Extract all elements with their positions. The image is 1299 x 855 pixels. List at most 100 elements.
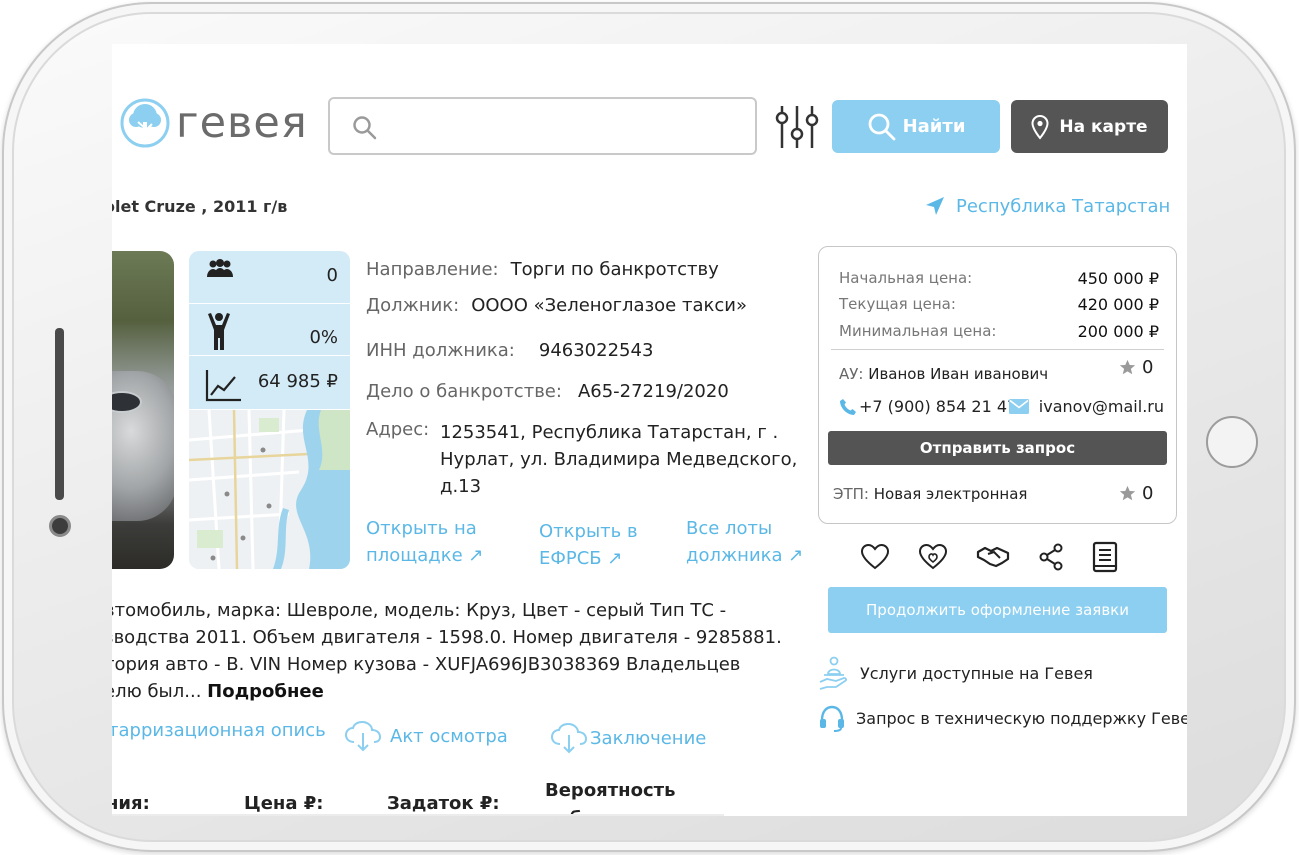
city-map-image	[189, 410, 350, 569]
stat-percent: 0%	[189, 303, 350, 355]
device-home-button[interactable]	[1206, 416, 1258, 468]
detail-case: Дело о банкротстве: А65-27219/2020	[366, 381, 729, 402]
read-more-link[interactable]: Подробнее	[207, 681, 324, 702]
filter-sliders-icon[interactable]	[772, 104, 822, 150]
etp-rating[interactable]: 0	[1119, 483, 1153, 504]
detail-debtor: Должник: ОООО «Зеленоглазое такси»	[366, 295, 747, 316]
etp-label: ЭТП:	[833, 485, 869, 503]
region-link[interactable]: Республика Татарстан	[924, 195, 1170, 217]
tech-support-link[interactable]: Запрос в техническую поддержку Гевея	[818, 704, 1187, 732]
start-price-label: Начальная цена:	[839, 269, 973, 287]
table-divider	[112, 814, 724, 816]
hand-service-icon	[819, 656, 847, 690]
manager-email-value: ivanov@mail.ru	[1038, 397, 1164, 416]
continue-application-button[interactable]: Продолжить оформление заявки	[828, 587, 1167, 633]
price-panel: Начальная цена: 450 000 ₽ Текущая цена: …	[818, 246, 1177, 524]
doc-inspection-link[interactable]: Акт осмотра	[344, 720, 508, 752]
lot-stats: 0 0% 64 985 ₽	[189, 251, 350, 409]
doc-conclusion-label: Заключение	[590, 727, 707, 749]
doc-conclusion-link[interactable]: Заключение	[550, 722, 706, 754]
search-input[interactable]	[390, 109, 745, 145]
brand-logo[interactable]: гевея	[120, 98, 308, 148]
description-line-2: зводства 2011. Объем двигателя - 1598.0.…	[112, 627, 782, 648]
map-button-label: На карте	[1059, 116, 1148, 137]
case-value: А65-27219/2020	[577, 381, 729, 402]
debtor-label: Должник:	[366, 295, 460, 316]
doc-inventory-label: тарризационная опись	[112, 720, 326, 741]
debtor-value: ОООО «Зеленоглазое такси»	[471, 295, 747, 316]
all-debtor-lots-link[interactable]: Все лоты должника ↗	[686, 515, 826, 569]
person-raised-arms-icon	[208, 313, 230, 350]
map-pin-icon	[1031, 114, 1049, 140]
manager-row: АУ: Иванов Иван иванович	[839, 365, 1048, 383]
search-box[interactable]	[328, 97, 757, 155]
description-line-4-text: елю был...	[112, 681, 202, 702]
current-price-value: 420 000 ₽	[1077, 295, 1159, 314]
users-group-icon	[207, 259, 233, 277]
brand-name: гевея	[176, 98, 308, 148]
stat-participants: 0	[189, 251, 350, 303]
location-arrow-icon	[926, 197, 944, 215]
find-button[interactable]: Найти	[832, 100, 1000, 153]
etp-row: ЭТП: Новая электронная	[833, 485, 1027, 503]
lot-description: втомобиль, марка: Шевроле, модель: Круз,…	[112, 597, 804, 705]
start-price-value: 450 000 ₽	[1077, 269, 1159, 288]
available-services-label: Услуги доступные на Гевея	[860, 663, 1093, 683]
percent-value: 0%	[309, 327, 338, 348]
phone-icon	[840, 398, 856, 415]
heart-compare-icon[interactable]	[918, 543, 948, 571]
open-efrsb-link[interactable]: Открыть в ЕФРСБ ↗	[539, 518, 659, 572]
favorite-heart-icon[interactable]	[860, 543, 890, 571]
participants-count: 0	[326, 265, 338, 286]
min-price-value: 200 000 ₽	[1077, 322, 1159, 341]
table-header-deposit: Задаток ₽:	[387, 793, 500, 814]
find-button-label: Найти	[902, 116, 966, 137]
available-services-link[interactable]: Услуги доступные на Гевея	[818, 656, 1093, 690]
stat-price: 64 985 ₽	[189, 355, 350, 409]
growth-chart-icon	[205, 370, 241, 402]
map-button[interactable]: На карте	[1011, 100, 1168, 153]
cloud-download-icon	[550, 722, 588, 754]
address-value: 1253541, Республика Татарстан, г . Нурла…	[440, 422, 798, 497]
open-platform-link[interactable]: Открыть на площадке ↗	[366, 515, 506, 569]
handshake-icon[interactable]	[976, 544, 1010, 570]
star-icon	[1119, 359, 1136, 375]
manager-email[interactable]: ivanov@mail.ru	[1008, 397, 1164, 416]
tech-support-label: Запрос в техническую поддержку Гевея	[856, 708, 1187, 728]
min-price-row: Минимальная цена: 200 000 ₽	[839, 322, 1159, 341]
tree-logo-icon	[120, 98, 170, 148]
description-line-1: втомобиль, марка: Шевроле, модель: Круз,…	[112, 600, 727, 621]
device-frame: гевея Найти На карте olet Cruze , 2011 г…	[2, 2, 1296, 852]
current-price-row: Текущая цена: 420 000 ₽	[839, 295, 1159, 314]
manager-rating[interactable]: 0	[1119, 357, 1153, 378]
table-header-probability: Вероятность победы:	[545, 780, 676, 816]
current-price-label: Текущая цена:	[839, 295, 956, 313]
inn-value: 9463022543	[538, 340, 654, 361]
manager-phone-value: +7 (900) 854 21 47	[859, 397, 1018, 416]
table-header-price: Цена ₽:	[244, 793, 324, 814]
start-price-row: Начальная цена: 450 000 ₽	[839, 269, 1159, 288]
detail-direction: Направление: Торги по банкротству	[366, 259, 719, 280]
headset-support-icon	[820, 705, 844, 732]
manager-phone[interactable]: +7 (900) 854 21 47	[839, 397, 1017, 416]
document-book-icon[interactable]	[1092, 541, 1118, 573]
star-icon	[1119, 485, 1136, 501]
region-name: Республика Татарстан	[956, 195, 1171, 217]
table-header-col1: ния:	[112, 793, 150, 814]
direction-label: Направление:	[366, 259, 499, 280]
etp-name[interactable]: Новая электронная	[874, 485, 1028, 503]
map-thumbnail[interactable]	[189, 410, 350, 569]
device-side-bar	[55, 328, 64, 500]
doc-inspection-label: Акт осмотра	[390, 725, 508, 747]
doc-inventory-link[interactable]: тарризационная опись	[112, 720, 326, 741]
price-value: 64 985 ₽	[257, 371, 338, 392]
etp-rating-value: 0	[1142, 483, 1154, 504]
share-icon[interactable]	[1038, 543, 1064, 571]
description-line-4: елю был... Подробнее	[112, 678, 804, 705]
send-request-button[interactable]: Отправить запрос	[828, 431, 1167, 465]
price-divider	[831, 349, 1164, 350]
manager-name[interactable]: Иванов Иван иванович	[868, 365, 1048, 383]
lot-title: olet Cruze , 2011 г/в	[112, 197, 288, 216]
search-icon	[868, 113, 895, 140]
lot-photo[interactable]	[112, 251, 174, 569]
